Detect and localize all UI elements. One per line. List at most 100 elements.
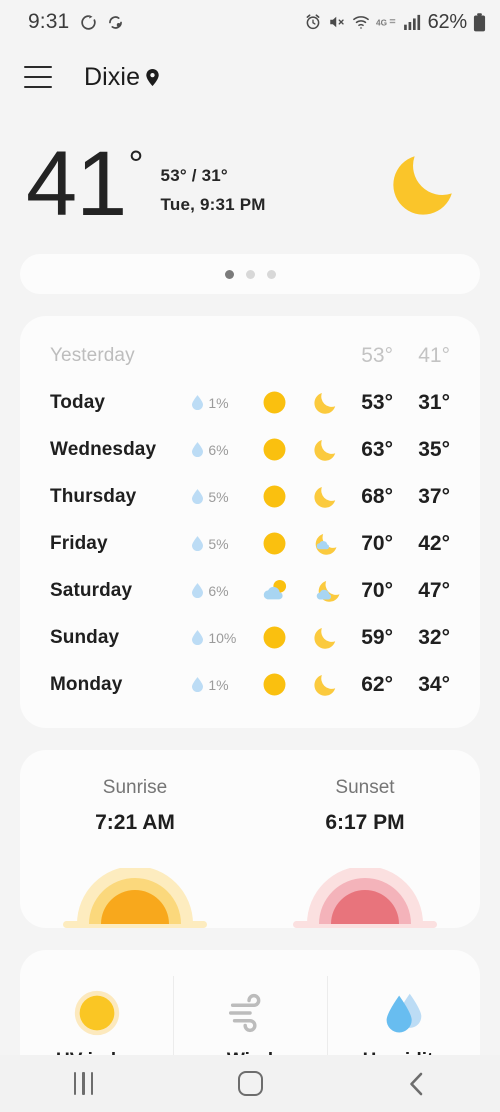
humidity-droplet-icon [386,993,422,1033]
forecast-temps: 63° 35° [347,438,450,462]
current-conditions: 41° 53° / 31° Tue, 9:31 PM [0,110,500,238]
network-4g-icon: 4G [376,18,395,27]
current-temperature: 41° [26,138,144,230]
current-high-low: 53° / 31° [160,165,228,185]
home-button[interactable] [167,1071,334,1096]
page-indicator[interactable] [20,254,480,294]
forecast-icons [261,530,347,557]
moon-icon [314,392,336,414]
sunrise-label: Sunrise [102,777,168,798]
degree-symbol: ° [128,144,143,187]
mute-icon [329,16,344,28]
status-bar-clock: 9:31 [28,10,70,33]
sun-icon [263,485,286,508]
table-row[interactable]: Sunday 10% 59° 32° [20,614,480,661]
forecast-temps: 53° 41° [347,344,450,368]
forecast-high: 68° [361,484,393,508]
table-row[interactable]: Thursday 5% 68° 37° [20,473,480,520]
sunset-icon [293,868,437,928]
table-row[interactable]: Yesterday 53° 41° [20,332,480,379]
forecast-low: 37° [418,484,450,508]
forecast-day-label: Today [50,391,106,413]
forecast-precipitation-value: 1% [208,676,229,693]
location-header[interactable]: Dixie [84,63,159,92]
forecast-precipitation-value: 10% [208,629,237,646]
uv-sun-icon [74,990,119,1036]
droplet-icon [192,583,204,598]
sunrise-time: 7:21 AM [95,811,175,834]
forecast-day-label: Thursday [50,485,137,507]
forecast-low: 35° [418,437,450,461]
recents-icon[interactable] [0,1072,167,1095]
battery-percent-label: 62% [427,10,468,33]
droplet-icon [192,489,204,504]
sun-icon [263,391,286,414]
forecast-icons [261,624,347,651]
sunset-section: Sunset 6:17 PM [250,750,480,928]
forecast-precipitation: 10% [192,630,261,646]
sun-icon [263,626,286,649]
sunrise-sunset-card[interactable]: Sunrise 7:21 AM Sunset 6:17 PM [20,750,480,928]
forecast-high: 59° [361,625,393,649]
table-row[interactable]: Wednesday 6% 63° 35° [20,426,480,473]
forecast-day-label: Wednesday [50,438,157,460]
menu-icon[interactable] [24,66,52,88]
alarm-icon [306,14,320,30]
sun-icon [263,532,286,555]
forecast-low: 34° [418,672,450,696]
forecast-precipitation: 1% [192,677,261,693]
sync-icon [109,15,123,29]
droplet-icon [192,677,204,692]
forecast-high: 53° [361,390,393,414]
moon-cloud-icon [316,580,340,602]
forecast-icons [261,671,347,698]
forecast-day-label: Friday [50,532,108,554]
sunset-time: 6:17 PM [325,811,405,834]
forecast-temps: 70° 47° [347,579,450,603]
forecast-precipitation-value: 5% [208,488,229,505]
app-bar: Dixie [0,44,500,110]
current-temperature-value: 41 [26,133,127,236]
table-row[interactable]: Friday 5% 70° 42° [20,520,480,567]
page-dot-3[interactable] [266,269,276,279]
sun-icon [263,438,286,461]
wind-icon [228,993,261,1033]
home-icon [237,1071,263,1096]
moon-icon [314,627,336,649]
table-row[interactable]: Monday 1% 62° 34° [20,661,480,708]
forecast-low: 41° [418,343,450,367]
wifi-icon [352,16,369,29]
forecast-icons [261,577,347,604]
forecast-day-label: Monday [50,673,123,695]
forecast-high: 63° [361,437,393,461]
system-navigation-bar [0,1055,500,1112]
forecast-precipitation: 5% [192,489,261,505]
forecast-day-label: Sunday [50,626,120,648]
moon-icon [314,486,336,508]
forecast-icons [261,436,347,463]
forecast-high: 70° [361,578,393,602]
forecast-high: 62° [361,672,393,696]
forecast-temps: 53° 31° [347,391,450,415]
status-bar: 9:31 4G 62% [0,0,500,44]
page-dot-1[interactable] [224,269,234,279]
current-datetime: Tue, 9:31 PM [160,194,266,214]
forecast-precipitation-value: 6% [208,582,229,599]
forecast-temps: 68° 37° [347,485,450,509]
moon-icon [314,674,336,696]
sun-cloud-icon [263,579,286,600]
sunrise-section: Sunrise 7:21 AM [20,750,250,928]
forecast-high: 53° [361,343,393,367]
forecast-high: 70° [361,531,393,555]
moon-icon [314,439,336,461]
back-button[interactable] [333,1071,500,1097]
location-name: Dixie [84,62,141,91]
table-row[interactable]: Saturday 6% 70° 47° [20,567,480,614]
location-pin-icon [146,68,159,86]
sun-icon [263,673,286,696]
forecast-day-label: Saturday [50,579,133,601]
droplet-icon [192,630,204,645]
table-row[interactable]: Today 1% 53° 31° [20,379,480,426]
page-dot-2[interactable] [245,269,255,279]
svg-text:4G: 4G [376,18,387,27]
